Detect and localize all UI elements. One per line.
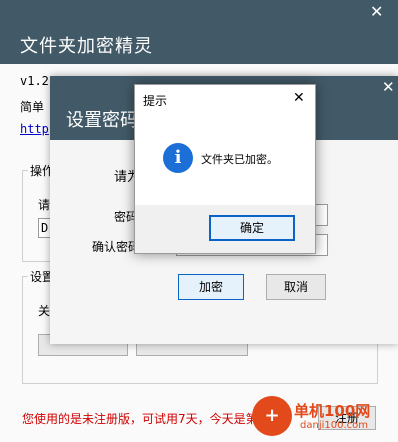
info-icon: i xyxy=(163,143,193,173)
watermark-text: 单机100网 xyxy=(294,402,371,420)
alert-title: 提示 xyxy=(143,94,168,108)
ok-button[interactable]: 确定 xyxy=(209,215,295,241)
password-dialog-title: 设置密码 xyxy=(66,110,138,131)
alert-dialog: 提示 ✕ i 文件夹已加密。 确定 xyxy=(134,84,316,254)
watermark-url: danji100.com xyxy=(300,420,368,431)
confirm-password-label: 确认密码 xyxy=(92,240,141,254)
alert-close-icon[interactable]: ✕ xyxy=(293,90,305,106)
settings-text: 关 xyxy=(38,304,51,318)
main-close-icon[interactable]: ✕ xyxy=(370,2,383,21)
homepage-link[interactable]: http xyxy=(20,122,49,136)
alert-footer: 确定 xyxy=(135,205,315,253)
main-window-title: 文件夹加密精灵 xyxy=(20,36,153,57)
cancel-button[interactable]: 取消 xyxy=(266,274,326,300)
encrypt-button[interactable]: 加密 xyxy=(178,274,244,300)
alert-message: 文件夹已加密。 xyxy=(201,153,278,166)
alert-titlebar: 提示 ✕ xyxy=(135,85,315,113)
main-titlebar: 文件夹加密精灵 ✕ xyxy=(0,0,398,64)
operation-hint: 请 xyxy=(38,198,51,212)
watermark-logo-icon: + xyxy=(252,396,292,436)
unregistered-notice: 您使用的是未注册版，可试用7天，今天是第1天。 xyxy=(22,412,290,426)
intro-text: 简单 xyxy=(20,100,45,114)
password-dialog-close-icon[interactable]: ✕ xyxy=(382,78,395,96)
